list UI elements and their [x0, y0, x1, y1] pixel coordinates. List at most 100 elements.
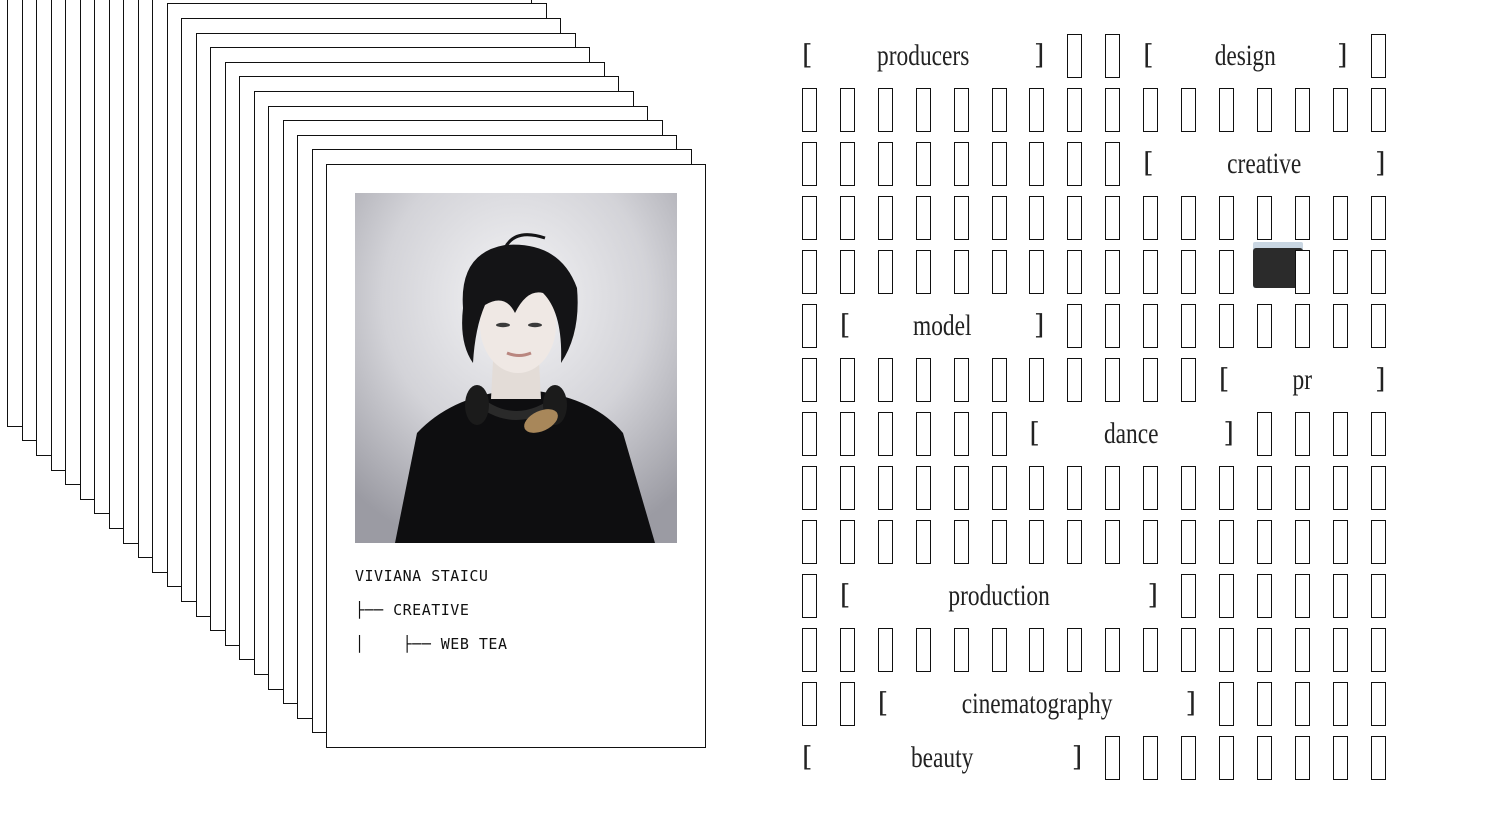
grid-cell[interactable] — [1143, 520, 1159, 564]
grid-cell[interactable] — [915, 466, 931, 510]
grid-cell[interactable] — [1294, 628, 1310, 672]
grid-cell[interactable] — [802, 466, 817, 510]
grid-cell[interactable] — [915, 250, 931, 294]
grid-cell[interactable] — [953, 412, 969, 456]
grid-cell[interactable] — [1067, 88, 1083, 132]
grid-cell[interactable] — [1067, 142, 1083, 186]
grid-cell[interactable] — [1294, 466, 1310, 510]
grid-cell[interactable] — [991, 520, 1007, 564]
grid-cell[interactable] — [839, 250, 855, 294]
grid-cell[interactable] — [1029, 520, 1045, 564]
grid-cell[interactable] — [1256, 736, 1272, 780]
grid-cell[interactable] — [802, 304, 817, 348]
grid-cell[interactable] — [1332, 682, 1348, 726]
grid-cell[interactable] — [839, 628, 855, 672]
grid-cell[interactable] — [1067, 34, 1083, 78]
grid-cell[interactable] — [839, 412, 855, 456]
grid-cell[interactable] — [1105, 250, 1121, 294]
grid-cell[interactable] — [1256, 304, 1272, 348]
grid-cell[interactable] — [1029, 142, 1045, 186]
grid-cell[interactable] — [1370, 304, 1386, 348]
grid-cell[interactable] — [839, 196, 855, 240]
grid-cell[interactable] — [1294, 520, 1310, 564]
grid-cell[interactable] — [953, 250, 969, 294]
grid-cell[interactable] — [1370, 628, 1386, 672]
grid-cell[interactable] — [1143, 736, 1159, 780]
grid-cell[interactable] — [1105, 358, 1121, 402]
grid-cell[interactable] — [1029, 196, 1045, 240]
grid-cell[interactable] — [1294, 736, 1310, 780]
category-label-dance[interactable]: [dance] — [1029, 412, 1234, 458]
grid-cell[interactable] — [1029, 88, 1045, 132]
grid-cell[interactable] — [1218, 736, 1234, 780]
grid-cell[interactable] — [1256, 88, 1272, 132]
grid-cell[interactable] — [839, 682, 855, 726]
grid-cell[interactable] — [1256, 682, 1272, 726]
grid-cell[interactable] — [1370, 736, 1386, 780]
grid-cell[interactable] — [1181, 466, 1196, 510]
grid-cell[interactable] — [839, 88, 855, 132]
grid-cell[interactable] — [1105, 34, 1121, 78]
grid-cell[interactable] — [1067, 520, 1083, 564]
category-label-creative[interactable]: [creative] — [1143, 142, 1385, 188]
grid-cell[interactable] — [1181, 628, 1196, 672]
grid-cell[interactable] — [991, 628, 1007, 672]
grid-cell[interactable] — [915, 196, 931, 240]
grid-cell[interactable] — [1370, 34, 1386, 78]
grid-cell[interactable] — [877, 628, 893, 672]
grid-cell[interactable] — [877, 196, 893, 240]
grid-cell[interactable] — [1332, 466, 1348, 510]
grid-cell[interactable] — [991, 142, 1007, 186]
grid-cell[interactable] — [1332, 736, 1348, 780]
grid-cell[interactable] — [1143, 304, 1159, 348]
grid-cell[interactable] — [802, 520, 817, 564]
grid-cell[interactable] — [991, 412, 1007, 456]
grid-cell[interactable] — [1218, 628, 1234, 672]
grid-cell[interactable] — [1029, 466, 1045, 510]
grid-cell[interactable] — [1067, 196, 1083, 240]
category-label-cinematography[interactable]: [cinematography] — [878, 682, 1196, 728]
grid-cell[interactable] — [1332, 574, 1348, 618]
grid-cell[interactable] — [1294, 196, 1310, 240]
category-label-production[interactable]: [production] — [840, 574, 1158, 620]
grid-cell[interactable] — [839, 358, 855, 402]
grid-cell[interactable] — [802, 142, 817, 186]
grid-cell[interactable] — [1181, 574, 1196, 618]
profile-card-stack[interactable]: VIVIANA STAICU ├── CREATIVE │ ├── WEB TE… — [0, 0, 720, 819]
grid-cell[interactable] — [1370, 196, 1386, 240]
grid-cell[interactable] — [1294, 304, 1310, 348]
grid-cell[interactable] — [991, 358, 1007, 402]
grid-cell[interactable] — [802, 196, 817, 240]
grid-cell[interactable] — [1143, 250, 1159, 294]
grid-cell[interactable] — [1143, 628, 1159, 672]
grid-cell[interactable] — [802, 88, 817, 132]
grid-cell[interactable] — [1218, 520, 1234, 564]
grid-cell[interactable] — [1105, 520, 1121, 564]
grid-cell[interactable] — [1370, 88, 1386, 132]
grid-cell[interactable] — [1218, 250, 1234, 294]
grid-cell[interactable] — [1332, 88, 1348, 132]
grid-cell[interactable] — [1370, 574, 1386, 618]
grid-cell[interactable] — [802, 250, 817, 294]
grid-cell[interactable] — [915, 520, 931, 564]
grid-cell[interactable] — [915, 628, 931, 672]
grid-cell[interactable] — [1218, 574, 1234, 618]
category-label-beauty[interactable]: [beauty] — [802, 736, 1082, 782]
grid-cell[interactable] — [991, 196, 1007, 240]
grid-cell[interactable] — [1105, 628, 1121, 672]
grid-cell[interactable] — [1256, 574, 1272, 618]
grid-cell[interactable] — [802, 412, 817, 456]
grid-cell[interactable] — [915, 358, 931, 402]
grid-cell[interactable] — [1294, 412, 1310, 456]
grid-cell[interactable] — [802, 682, 817, 726]
grid-cell[interactable] — [1105, 142, 1121, 186]
grid-cell[interactable] — [802, 358, 817, 402]
grid-cell[interactable] — [915, 412, 931, 456]
grid-cell[interactable] — [1181, 358, 1196, 402]
grid-cell[interactable] — [1181, 520, 1196, 564]
grid-cell[interactable] — [839, 520, 855, 564]
grid-cell[interactable] — [1105, 736, 1121, 780]
grid-cell[interactable] — [1332, 520, 1348, 564]
grid-cell[interactable] — [1105, 196, 1121, 240]
grid-cell[interactable] — [1029, 358, 1045, 402]
